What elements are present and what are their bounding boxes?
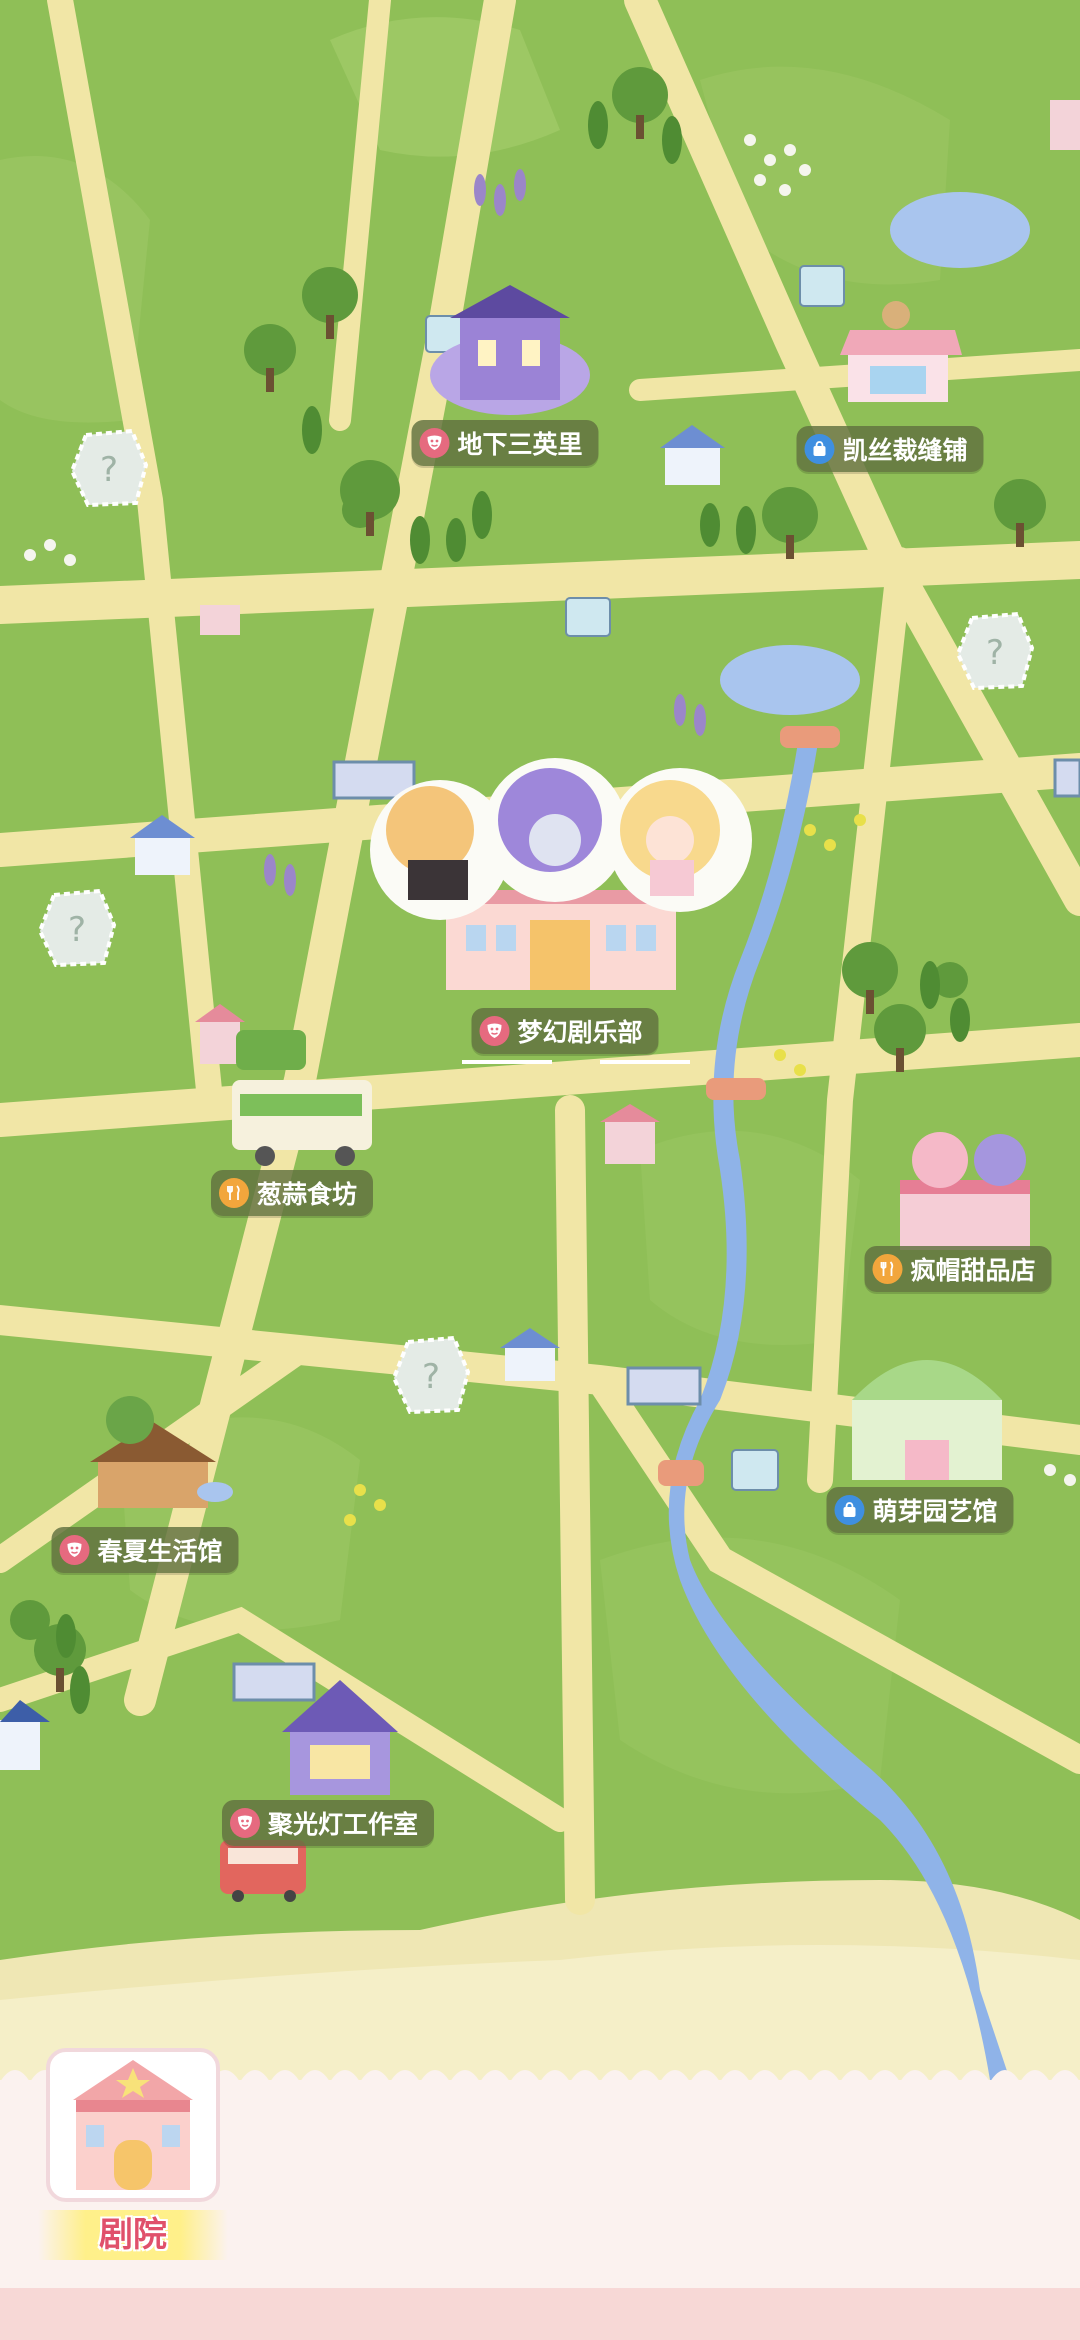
location-spring-summer[interactable]: 春夏生活馆 [51, 1527, 239, 1573]
location-label: 凯丝裁缝铺 [842, 436, 968, 465]
unknown-location-marker[interactable]: ? [66, 425, 152, 511]
location-label: 萌芽园艺馆 [872, 1497, 998, 1526]
svg-text:?: ? [100, 450, 118, 490]
bottom-footer-strip [0, 2288, 1080, 2340]
location-dream-club[interactable]: 梦幻剧乐部 [471, 1008, 659, 1054]
location-garlic-kitchen[interactable]: 葱蒜食坊 [210, 1170, 374, 1216]
theater-mask-icon [59, 1535, 90, 1565]
location-label: 春夏生活馆 [97, 1537, 223, 1566]
theater-mask-icon [479, 1016, 510, 1046]
location-label: 疯帽甜品店 [910, 1256, 1036, 1285]
fork-knife-icon [872, 1254, 903, 1284]
location-underground[interactable]: 地下三英里 [411, 420, 599, 466]
theater-mask-icon [229, 1808, 260, 1838]
theater-tab-button[interactable]: 剧院 [38, 2030, 228, 2270]
shopping-bag-icon [834, 1495, 865, 1525]
theater-building-icon [46, 2048, 220, 2202]
location-label: 葱蒜食坊 [256, 1180, 358, 1209]
city-map[interactable] [0, 0, 1080, 2340]
svg-text:?: ? [986, 633, 1004, 673]
shopping-bag-icon [804, 434, 835, 464]
location-hatter-dessert[interactable]: 疯帽甜品店 [864, 1246, 1052, 1292]
location-label: 聚光灯工作室 [267, 1810, 419, 1839]
theater-tab-label: 剧院 [38, 2210, 228, 2260]
unknown-location-marker[interactable]: ? [952, 608, 1038, 694]
hatter-dessert-building [900, 1132, 1030, 1250]
location-spotlight-studio[interactable]: 聚光灯工作室 [221, 1800, 435, 1846]
location-label: 地下三英里 [457, 430, 583, 459]
location-label: 梦幻剧乐部 [517, 1018, 643, 1047]
svg-text:?: ? [422, 1357, 440, 1397]
location-sprout-garden[interactable]: 萌芽园艺馆 [826, 1487, 1014, 1533]
svg-text:?: ? [68, 910, 86, 950]
unknown-location-marker[interactable]: ? [388, 1332, 474, 1418]
fork-knife-icon [218, 1178, 249, 1208]
location-tailor[interactable]: 凯丝裁缝铺 [796, 426, 984, 472]
unknown-location-marker[interactable]: ? [34, 885, 120, 971]
theater-mask-icon [419, 428, 450, 458]
characters-banner [370, 758, 752, 920]
